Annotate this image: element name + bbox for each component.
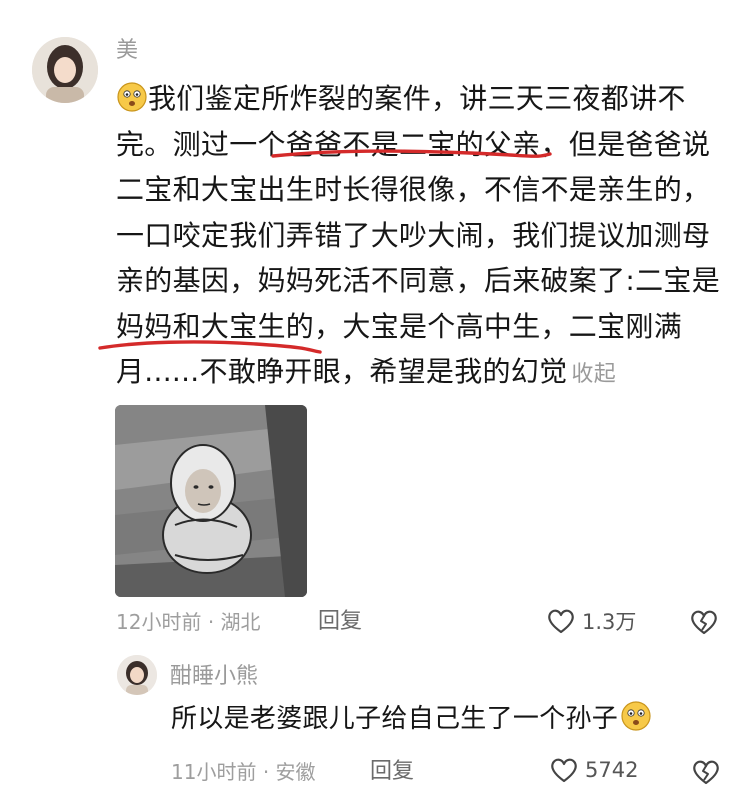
comment-line-6: 妈妈和大宝生的，大宝是个高中生，二宝刚满	[116, 309, 683, 343]
reply-username[interactable]: 酣睡小熊	[170, 664, 258, 690]
reply-location: 安徽	[275, 760, 316, 784]
comment-like-button[interactable]: 1.3万	[546, 606, 636, 636]
broken-heart-icon[interactable]	[688, 608, 720, 636]
meta-separator: ·	[262, 760, 270, 784]
comment-line-2: 完。测过一个爸爸不是二宝的父亲，但是爸爸说	[116, 127, 711, 161]
avatar-image	[32, 37, 98, 103]
comment-location: 湖北	[220, 610, 261, 634]
broken-heart-icon[interactable]	[690, 758, 722, 786]
heart-outline-icon	[548, 609, 574, 634]
comment-reply-button[interactable]: 回复	[318, 609, 362, 635]
reply-avatar[interactable]	[117, 655, 157, 695]
comment-like-count: 1.3万	[582, 610, 637, 634]
collapse-link[interactable]: 收起	[571, 362, 616, 387]
reply-like-button[interactable]: 5742	[549, 756, 638, 784]
face-emoji-icon	[117, 82, 147, 112]
meta-separator: ·	[207, 610, 215, 634]
reply-reply-button[interactable]: 回复	[370, 759, 414, 785]
comment-time: 12小时前	[116, 610, 202, 634]
comment-avatar[interactable]	[32, 37, 98, 103]
comment-meta: 12小时前 · 湖北	[116, 610, 261, 634]
comment-line-4: 一口咬定我们弄错了大吵大闹，我们提议加测母	[116, 218, 711, 252]
meme-sticker-image[interactable]	[115, 405, 307, 597]
meme-picture	[115, 405, 307, 597]
reply-meta: 11小时前 · 安徽	[171, 760, 316, 784]
comment-line-1-text: 我们鉴定所炸裂的案件，讲三天三夜都讲不	[148, 82, 686, 115]
reply-text: 所以是老婆跟儿子给自己生了一个孙子	[171, 699, 652, 739]
comment-text: 我们鉴定所炸裂的案件，讲三天三夜都讲不 完。测过一个爸爸不是二宝的父亲，但是爸爸…	[116, 76, 726, 398]
comment-username[interactable]: 美	[116, 38, 138, 64]
reply-avatar-image	[117, 655, 157, 695]
reply-time: 11小时前	[171, 760, 257, 784]
comment-line-3: 二宝和大宝出生时长得很像，不信不是亲生的，	[116, 173, 711, 206]
comment-line-1: 我们鉴定所炸裂的案件，讲三天三夜都讲不	[116, 76, 726, 122]
comment-line-7: 月......不敢睁开眼，希望是我的幻觉 收起	[116, 349, 726, 398]
comment-line-5: 亲的基因，妈妈死活不同意，后来破案了:二宝是	[116, 264, 721, 297]
comment-line-7-text: 月......不敢睁开眼，希望是我的幻觉	[116, 355, 568, 388]
reply-text-content: 所以是老婆跟儿子给自己生了一个孙子	[171, 704, 619, 734]
face-emoji-icon	[621, 701, 651, 731]
reply-like-count: 5742	[585, 758, 639, 782]
heart-outline-icon	[551, 758, 577, 783]
